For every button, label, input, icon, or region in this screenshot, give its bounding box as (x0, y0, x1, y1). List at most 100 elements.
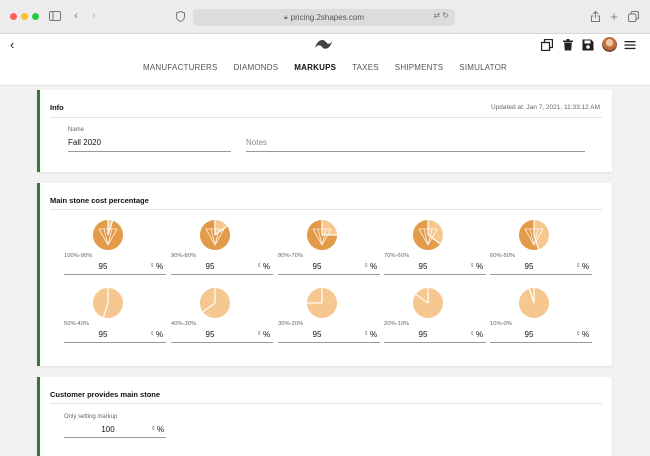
stone-input-underline (384, 342, 486, 343)
divider (50, 403, 602, 404)
app-header: ‹ MANUFACTURERS DIAMONDS MARKUPS TAXES S… (0, 34, 650, 86)
gem-pie-icon (519, 288, 549, 318)
gem-pie-icon (93, 288, 123, 318)
stone-item: 100%-90% 95 ⇕ % (64, 219, 166, 279)
nav-diamonds[interactable]: DIAMONDS (226, 63, 287, 72)
percent-unit: % (476, 262, 484, 271)
stone-percent-input[interactable]: 95 (384, 330, 462, 339)
stepper-icon[interactable]: ⇕ (470, 331, 475, 337)
main-stone-title: Main stone cost percentage (50, 196, 149, 205)
stone-item: 60%-50% 95 ⇕ % (490, 219, 592, 279)
delete-icon[interactable] (562, 39, 574, 51)
percent-unit: % (582, 330, 590, 339)
name-label: Name (68, 127, 85, 133)
stone-range-label: 70%-60% (384, 253, 410, 259)
stone-input-underline (490, 342, 592, 343)
new-tab-icon[interactable]: + (608, 8, 620, 24)
stone-input-underline (64, 342, 166, 343)
gem-pie-icon (93, 220, 123, 250)
percent-unit: % (582, 262, 590, 271)
notes-field-underline (246, 151, 585, 152)
stone-range-label: 10%-0% (490, 321, 512, 327)
stone-percent-input[interactable]: 95 (171, 330, 249, 339)
stone-percent-input[interactable]: 95 (490, 330, 568, 339)
percent-unit: % (157, 425, 165, 434)
duplicate-icon[interactable] (541, 39, 553, 51)
percent-unit: % (263, 330, 271, 339)
stone-range-label: 50%-40% (64, 321, 90, 327)
stone-percent-input[interactable]: 95 (490, 262, 568, 271)
name-field[interactable]: Fall 2020 (68, 138, 101, 147)
nav-markups[interactable]: MARKUPS (286, 63, 344, 72)
sidebar-toggle-icon[interactable] (48, 8, 62, 24)
gem-pie-icon (200, 220, 230, 250)
save-icon[interactable] (582, 39, 594, 51)
notes-field[interactable]: Notes (246, 138, 267, 147)
gem-pie-icon (519, 220, 549, 250)
stone-range-label: 90%-80% (171, 253, 197, 259)
back-icon[interactable]: ‹ (10, 37, 14, 52)
nav-shipments[interactable]: SHIPMENTS (387, 63, 451, 72)
percent-unit: % (370, 330, 378, 339)
lock-icon: 🔒︎ (283, 13, 288, 21)
stone-percent-input[interactable]: 95 (278, 262, 356, 271)
close-window-button[interactable] (10, 13, 17, 20)
percent-unit: % (156, 330, 164, 339)
stepper-icon[interactable]: ⇕ (150, 263, 155, 269)
stepper-icon[interactable]: ⇕ (576, 331, 581, 337)
stepper-icon[interactable]: ⇕ (364, 263, 369, 269)
back-arrow-icon[interactable]: ‹ (70, 8, 82, 24)
minimize-window-button[interactable] (21, 13, 28, 20)
stone-percent-input[interactable]: 95 (64, 262, 142, 271)
stone-range-label: 20%-10% (384, 321, 410, 327)
divider (50, 117, 602, 118)
tab-overview-icon[interactable] (627, 8, 639, 24)
nav-simulator[interactable]: SIMULATOR (451, 63, 515, 72)
stone-item: 50%-40% 95 ⇕ % (64, 287, 166, 347)
stepper-icon[interactable]: ⇕ (576, 263, 581, 269)
percent-unit: % (370, 262, 378, 271)
nav-manufacturers[interactable]: MANUFACTURERS (135, 63, 226, 72)
stone-input-underline (384, 274, 486, 275)
address-bar[interactable]: 🔒︎ pricing.2shapes.com ⇄ ↻ (193, 9, 455, 26)
stone-percent-input[interactable]: 95 (171, 262, 249, 271)
share-icon[interactable] (589, 8, 601, 24)
browser-toolbar: ‹ › 🔒︎ pricing.2shapes.com ⇄ ↻ + (0, 0, 650, 34)
translate-icon[interactable]: ⇄ ↻ (433, 11, 449, 20)
percent-unit: % (476, 330, 484, 339)
stone-range-label: 60%-50% (490, 253, 516, 259)
main-nav: MANUFACTURERS DIAMONDS MARKUPS TAXES SHI… (0, 63, 650, 72)
stone-input-underline (171, 274, 273, 275)
stepper-icon[interactable]: ⇕ (150, 331, 155, 337)
stepper-icon[interactable]: ⇕ (470, 263, 475, 269)
stepper-icon[interactable]: ⇕ (257, 263, 262, 269)
stone-item: 80%-70% 95 ⇕ % (278, 219, 380, 279)
nav-taxes[interactable]: TAXES (344, 63, 387, 72)
main-stone-card: Main stone cost percentage 100%-90% 95 ⇕… (37, 183, 612, 366)
shield-icon[interactable] (174, 8, 186, 24)
stone-percent-input[interactable]: 95 (278, 330, 356, 339)
brand-logo (315, 40, 332, 49)
percent-unit: % (263, 262, 271, 271)
stepper-icon[interactable]: ⇕ (151, 426, 156, 432)
setting-markup-input[interactable]: 100 (64, 425, 152, 434)
stone-input-underline (490, 274, 592, 275)
stepper-icon[interactable]: ⇕ (257, 331, 262, 337)
zoom-window-button[interactable] (32, 13, 39, 20)
stone-percent-input[interactable]: 95 (64, 330, 142, 339)
avatar[interactable] (602, 37, 617, 52)
stone-item: 90%-80% 95 ⇕ % (171, 219, 273, 279)
gem-pie-icon (413, 288, 443, 318)
setting-markup-underline (64, 437, 166, 438)
forward-arrow-icon[interactable]: › (88, 8, 100, 24)
stone-range-label: 80%-70% (278, 253, 304, 259)
stepper-icon[interactable]: ⇕ (364, 331, 369, 337)
gem-pie-icon (200, 288, 230, 318)
gem-pie-icon (307, 288, 337, 318)
menu-icon[interactable] (624, 39, 636, 51)
percent-unit: % (156, 262, 164, 271)
url-text: pricing.2shapes.com (290, 13, 365, 22)
customer-card: Customer provides main stone Only settin… (37, 377, 612, 456)
setting-markup-label: Only setting markup (64, 414, 118, 420)
stone-percent-input[interactable]: 95 (384, 262, 462, 271)
